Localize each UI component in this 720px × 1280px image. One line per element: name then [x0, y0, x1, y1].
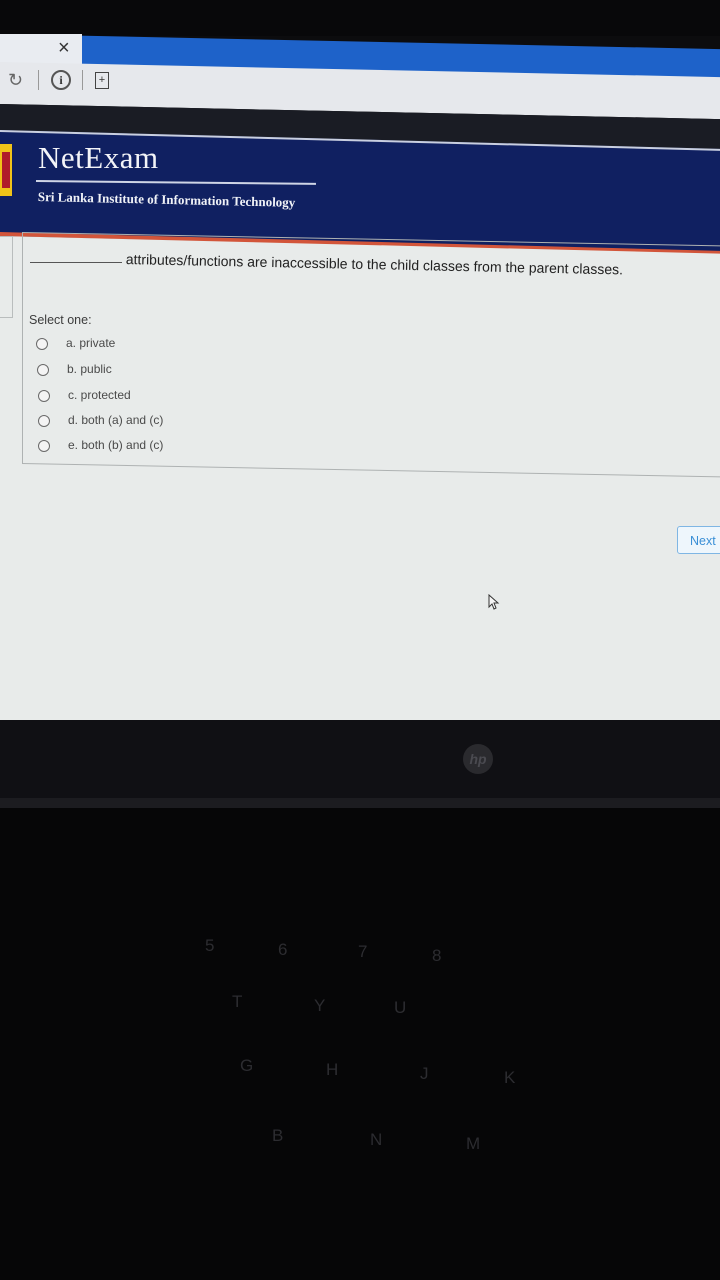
keyboard-key: Y [314, 996, 326, 1015]
keyboard-key: K [504, 1068, 516, 1087]
toolbar-divider [38, 70, 39, 90]
radio-button[interactable] [37, 364, 49, 376]
hp-logo: hp [463, 744, 493, 774]
keyboard-key: 5 [205, 936, 215, 955]
keyboard-key: B [272, 1126, 284, 1145]
keyboard-key: T [232, 992, 243, 1011]
close-tab-icon[interactable]: × [58, 36, 70, 60]
info-icon[interactable]: i [51, 70, 71, 90]
keyboard-key: 8 [432, 946, 442, 965]
option-label[interactable]: b. public [67, 362, 112, 376]
option-label[interactable]: c. protected [68, 388, 131, 402]
keyboard-key: N [370, 1130, 383, 1149]
option-label[interactable]: e. both (b) and (c) [68, 438, 163, 452]
screen-bezel-top [0, 0, 720, 36]
option-label[interactable]: d. both (a) and (c) [68, 413, 163, 427]
keyboard-key: J [420, 1064, 429, 1083]
keyboard-key: 7 [358, 942, 368, 961]
radio-button[interactable] [38, 390, 50, 402]
mouse-cursor-icon [488, 594, 500, 610]
laptop-bezel [0, 720, 720, 800]
keyboard-key: U [394, 998, 407, 1017]
radio-button[interactable] [38, 440, 50, 452]
laptop-keyboard [0, 808, 720, 1280]
keyboard-key: 6 [278, 940, 288, 959]
keyboard-key: H [326, 1060, 339, 1079]
page-icon[interactable]: + [95, 72, 109, 89]
radio-button[interactable] [38, 415, 50, 427]
sliit-logo [0, 144, 12, 196]
fill-in-blank [30, 262, 122, 263]
option-label[interactable]: a. private [66, 336, 115, 350]
brand-title: NetExam [38, 140, 159, 175]
toolbar-divider [82, 70, 83, 90]
keyboard-key: M [466, 1134, 481, 1153]
laptop-hinge [0, 798, 720, 808]
refresh-icon[interactable]: ↻ [8, 70, 23, 91]
radio-button[interactable] [36, 338, 48, 350]
select-one-label: Select one: [29, 313, 92, 327]
keyboard-key: G [240, 1056, 254, 1075]
browser-tab[interactable] [0, 34, 82, 64]
question-info-panel [0, 236, 13, 318]
next-button[interactable]: Next [677, 526, 720, 554]
